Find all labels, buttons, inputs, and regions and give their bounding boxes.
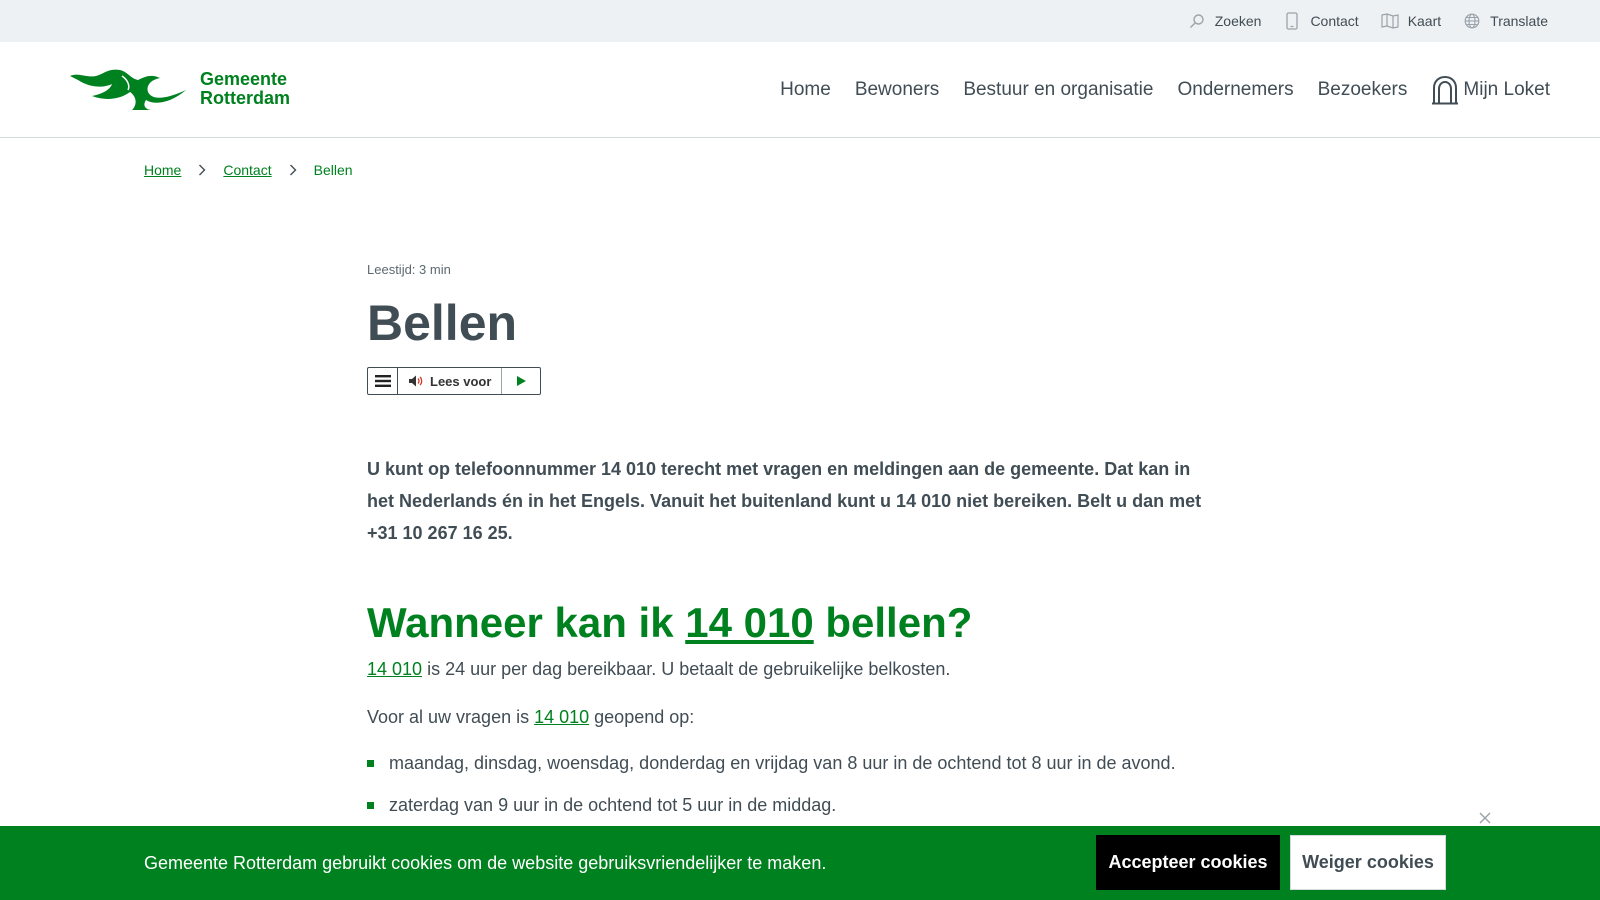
section-title-phone-link[interactable]: 14 010 xyxy=(685,599,813,646)
phone-link[interactable]: 14 010 xyxy=(534,707,589,727)
phone-link[interactable]: 14 010 xyxy=(367,659,422,679)
cookie-banner: Gemeente Rotterdam gebruikt cookies om d… xyxy=(0,826,1600,900)
logo[interactable]: Gemeente Rotterdam xyxy=(68,66,290,112)
readspeaker-read-button[interactable]: Lees voor xyxy=(398,368,503,394)
accept-cookies-button[interactable]: Accepteer cookies xyxy=(1096,835,1280,890)
main-content: Leestijd: 3 min Bellen Lees voor U kunt … xyxy=(367,262,1217,833)
readspeaker-play-button[interactable] xyxy=(502,368,540,394)
opening-intro-text: Voor al uw vragen is 14 010 geopend op: xyxy=(367,703,1217,731)
cookie-text: Gemeente Rotterdam gebruikt cookies om d… xyxy=(144,852,827,873)
nav-home[interactable]: Home xyxy=(780,79,831,101)
list-item: zaterdag van 9 uur in de ochtend tot 5 u… xyxy=(367,791,1217,819)
main-nav: Home Bewoners Bestuur en organisatie Ond… xyxy=(780,42,1550,138)
speaker-icon xyxy=(409,375,423,387)
opening-intro-start: Voor al uw vragen is xyxy=(367,707,535,727)
breadcrumb-home[interactable]: Home xyxy=(144,162,181,178)
globe-icon xyxy=(1463,12,1481,30)
chevron-right-icon xyxy=(289,164,297,176)
breadcrumb-contact[interactable]: Contact xyxy=(223,162,271,178)
utility-contact[interactable]: Contact xyxy=(1283,12,1359,30)
availability-text: 14 010 is 24 uur per dag bereikbaar. U b… xyxy=(367,655,1217,683)
utility-search[interactable]: Zoeken xyxy=(1188,12,1262,30)
readspeaker-menu-button[interactable] xyxy=(368,368,398,394)
nav-mijn-loket-label: Mijn Loket xyxy=(1463,79,1550,100)
logo-line-1: Gemeente xyxy=(200,69,288,89)
readspeaker-label: Lees voor xyxy=(430,373,492,389)
breadcrumb-current: Bellen xyxy=(313,162,353,178)
utility-search-label: Zoeken xyxy=(1214,13,1262,29)
logo-line-2: Rotterdam xyxy=(200,88,291,108)
section-title-end: bellen? xyxy=(813,599,973,646)
utility-contact-label: Contact xyxy=(1310,13,1359,29)
list-item: maandag, dinsdag, woensdag, donderdag en… xyxy=(367,749,1217,777)
menu-icon xyxy=(374,375,391,387)
nav-mijn-loket[interactable]: Mijn Loket xyxy=(1431,75,1550,105)
opening-hours-list: maandag, dinsdag, woensdag, donderdag en… xyxy=(367,749,1217,819)
availability-rest: is 24 uur per dag bereikbaar. U betaalt … xyxy=(422,659,951,679)
logo-mark-icon xyxy=(70,69,186,110)
utility-map-label: Kaart xyxy=(1407,13,1442,29)
play-icon xyxy=(517,376,527,386)
map-icon xyxy=(1381,12,1399,30)
phone-icon xyxy=(1283,12,1301,30)
close-icon[interactable] xyxy=(1478,811,1492,825)
utility-translate-label: Translate xyxy=(1490,13,1548,29)
readspeaker-widget: Lees voor xyxy=(367,367,542,395)
opening-intro-end: geopend op: xyxy=(589,707,695,727)
section-title: Wanneer kan ik 14 010 bellen? xyxy=(367,597,1217,649)
utility-map[interactable]: Kaart xyxy=(1381,12,1441,30)
nav-bewoners[interactable]: Bewoners xyxy=(855,79,940,101)
logo-text: Gemeente Rotterdam xyxy=(200,70,290,108)
reading-time: Leestijd: 3 min xyxy=(367,262,451,277)
chevron-right-icon xyxy=(199,164,206,176)
site-header: Gemeente Rotterdam Home Bewoners Bestuur… xyxy=(0,42,1600,138)
utility-bar: Zoeken Contact Kaart Translate xyxy=(0,0,1600,42)
intro-text: U kunt op telefoonnummer 14 010 terecht … xyxy=(367,459,1202,543)
section-title-start: Wanneer kan ik xyxy=(367,599,686,646)
utility-translate[interactable]: Translate xyxy=(1463,12,1548,30)
nav-bestuur[interactable]: Bestuur en organisatie xyxy=(963,79,1153,101)
nav-bezoekers[interactable]: Bezoekers xyxy=(1318,79,1408,101)
loket-arch-icon xyxy=(1432,75,1459,105)
search-icon xyxy=(1188,12,1206,30)
page-title: Bellen xyxy=(367,295,518,351)
utility-nav: Zoeken Contact Kaart Translate xyxy=(1188,0,1548,42)
refuse-cookies-button[interactable]: Weiger cookies xyxy=(1290,835,1446,890)
nav-ondernemers[interactable]: Ondernemers xyxy=(1177,79,1293,101)
breadcrumb: Home Contact Bellen xyxy=(144,162,353,178)
